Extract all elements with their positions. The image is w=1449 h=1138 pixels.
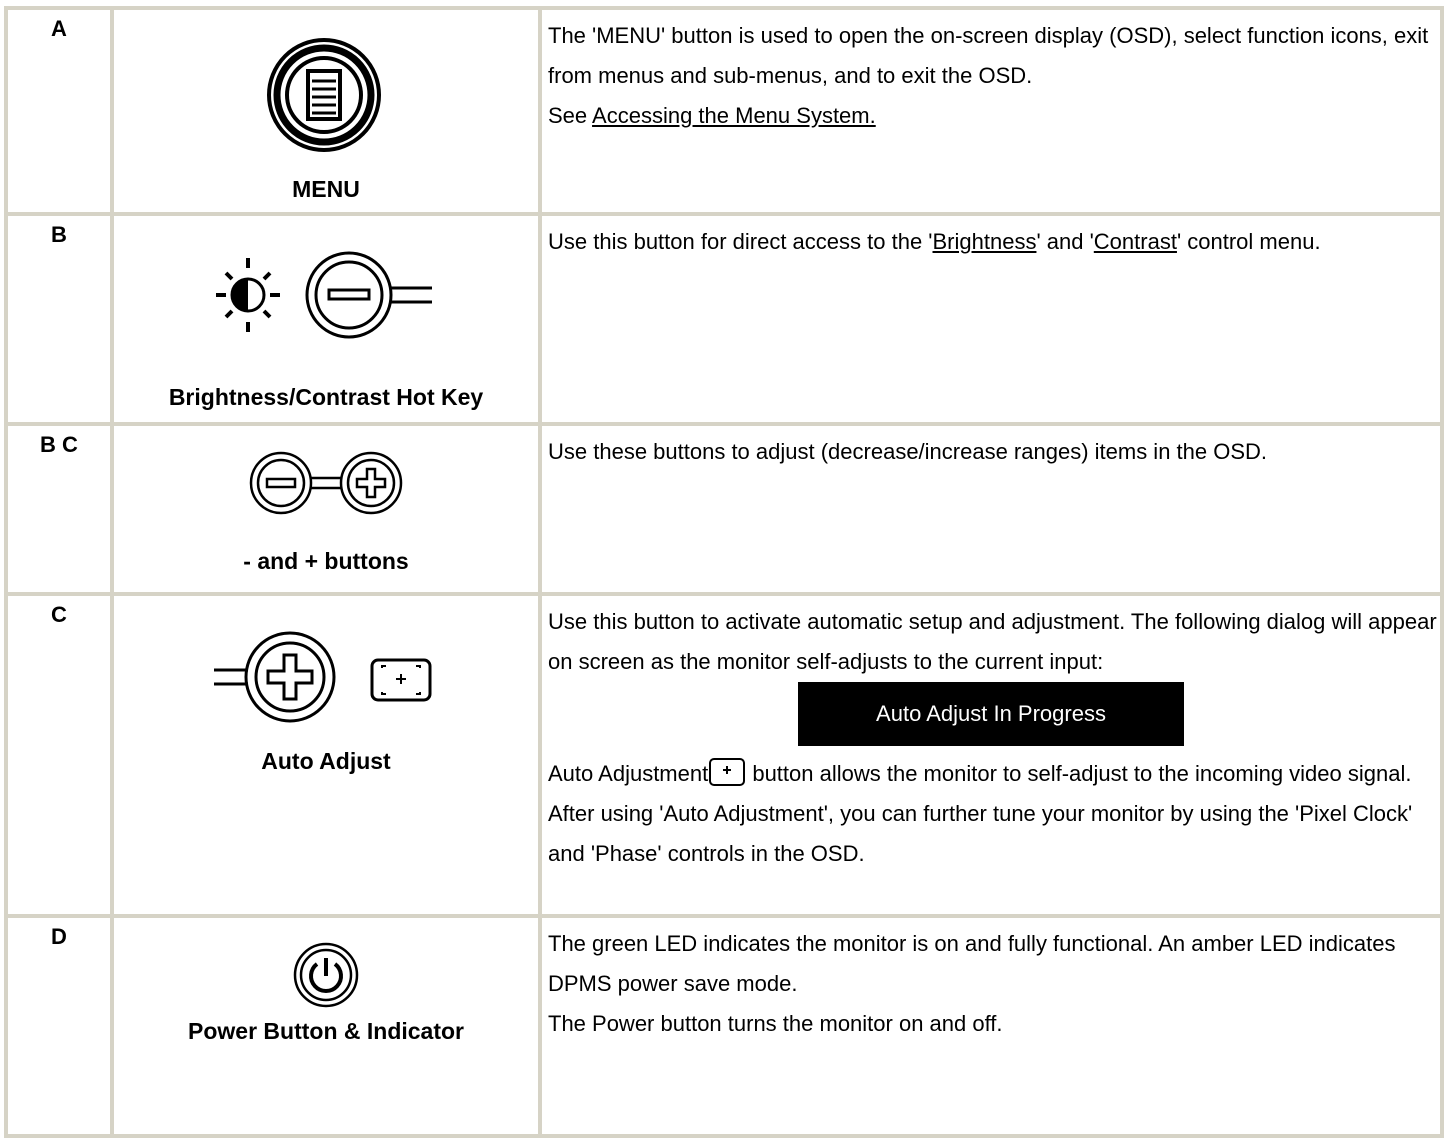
icon-caption: Auto Adjust xyxy=(261,748,391,774)
icon-cell: Brightness/Contrast Hot Key xyxy=(112,214,540,424)
description-cell: The 'MENU' button is used to open the on… xyxy=(540,8,1442,214)
auto-adjust-icon xyxy=(370,658,432,702)
description-text: Use these buttons to adjust (decrease/in… xyxy=(548,439,1268,464)
table-row: B C - and + buttons Use these buttons to… xyxy=(6,424,1442,594)
description-text-c: ' control menu. xyxy=(1176,229,1321,254)
table-row: B Brightness/Contrast Hot Key Use this b… xyxy=(6,214,1442,424)
contrast-link[interactable]: Contrast xyxy=(1094,229,1177,254)
icon-caption: - and + buttons xyxy=(243,548,409,574)
description-text: The 'MENU' button is used to open the on… xyxy=(548,23,1429,88)
row-letter: A xyxy=(6,8,112,214)
description-text: The green LED indicates the monitor is o… xyxy=(548,931,1396,996)
description-text-b: ' and ' xyxy=(1036,229,1094,254)
row-letter: B C xyxy=(6,424,112,594)
description-text: Use this button to activate automatic se… xyxy=(548,609,1437,674)
accessing-menu-system-link[interactable]: Accessing the Menu System. xyxy=(592,103,876,128)
icon-cell: MENU xyxy=(112,8,540,214)
description-text-2: The Power button turns the monitor on an… xyxy=(548,1011,1003,1036)
row-letter: D xyxy=(6,916,112,1136)
icon-cell: Power Button & Indicator xyxy=(112,916,540,1136)
icon-caption: MENU xyxy=(292,176,360,202)
table-row: C Auto Adjust Use this button to activat… xyxy=(6,594,1442,916)
auto-adjustment-label: Auto Adjustment xyxy=(548,761,709,786)
description-cell: Use this button to activate automatic se… xyxy=(540,594,1442,916)
front-panel-controls-table: A MENU The 'MENU' button is used to open… xyxy=(4,6,1444,1138)
description-cell: Use this button for direct access to the… xyxy=(540,214,1442,424)
brightness-minus-icon xyxy=(216,251,432,339)
description-cell: Use these buttons to adjust (decrease/in… xyxy=(540,424,1442,594)
icon-caption: Power Button & Indicator xyxy=(188,1018,464,1044)
table-row: D Power Button & Indicator The green LED… xyxy=(6,916,1442,1136)
icon-cell: - and + buttons xyxy=(112,424,540,594)
menu-button-icon xyxy=(267,38,381,152)
row-letter: C xyxy=(6,594,112,916)
icon-caption: Brightness/Contrast Hot Key xyxy=(168,384,484,410)
minus-plus-buttons-icon xyxy=(249,451,403,515)
description-text-a: Use this button for direct access to the… xyxy=(548,229,933,254)
table-row: A MENU The 'MENU' button is used to open… xyxy=(6,8,1442,214)
controls-page: A MENU The 'MENU' button is used to open… xyxy=(0,0,1449,1138)
row-letter: B xyxy=(6,214,112,424)
auto-adjust-icon xyxy=(709,758,746,786)
brightness-link[interactable]: Brightness xyxy=(933,229,1037,254)
description-cell: The green LED indicates the monitor is o… xyxy=(540,916,1442,1136)
icon-cell: Auto Adjust xyxy=(112,594,540,916)
auto-adjust-osd-dialog: Auto Adjust In Progress xyxy=(798,682,1184,746)
plus-auto-adjust-icon xyxy=(214,631,432,723)
power-button-icon xyxy=(293,942,359,1008)
see-prefix: See xyxy=(548,103,593,128)
